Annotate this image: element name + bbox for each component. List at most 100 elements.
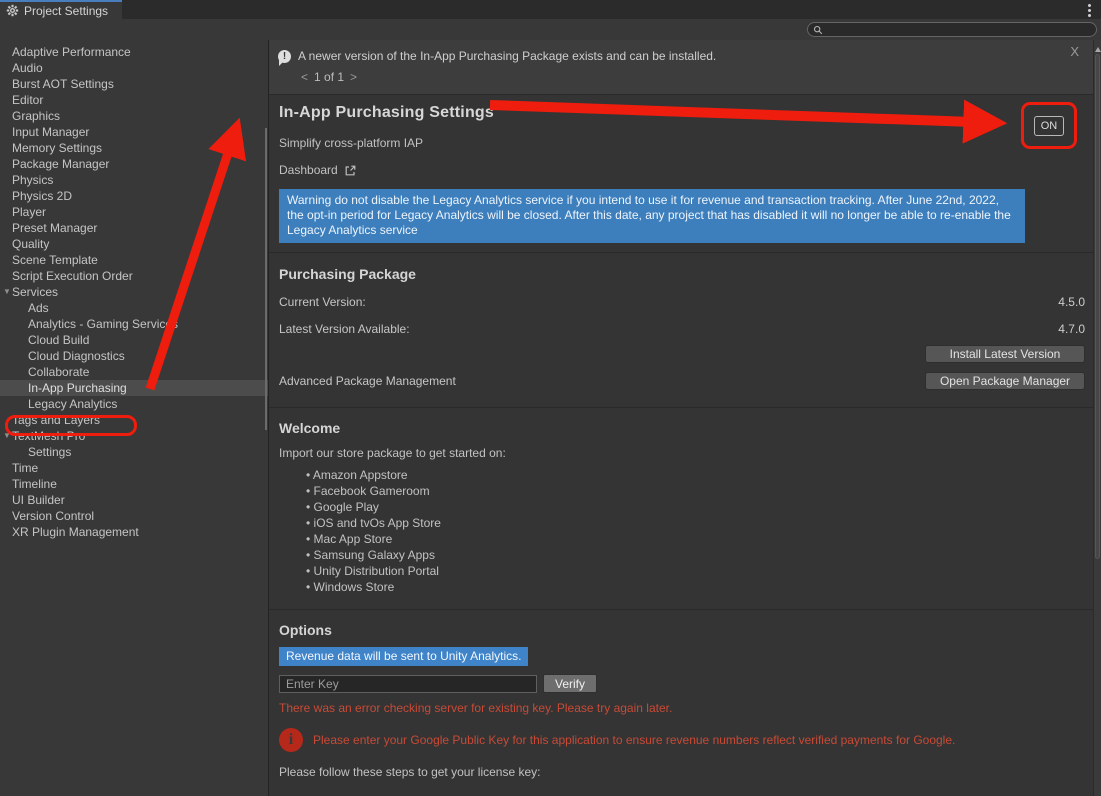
- sidebar-item-label: Audio: [0, 61, 43, 75]
- pager-count: 1 of 1: [314, 70, 344, 84]
- sidebar-item-label: Cloud Build: [0, 333, 89, 347]
- error-info-icon: i: [279, 728, 303, 752]
- sidebar-item-label: Adaptive Performance: [0, 45, 131, 59]
- sidebar-item-cloud-build[interactable]: Cloud Build: [0, 332, 268, 348]
- more-menu-icon[interactable]: [1084, 4, 1094, 17]
- sidebar-item-label: Analytics - Gaming Services: [0, 317, 178, 331]
- foldout-triangle-icon[interactable]: ▼: [3, 428, 11, 444]
- close-icon[interactable]: X: [1070, 44, 1079, 59]
- sidebar-item-collaborate[interactable]: Collaborate: [0, 364, 268, 380]
- purchasing-package-title: Purchasing Package: [279, 266, 1085, 282]
- sidebar-item-settings[interactable]: Settings: [0, 444, 268, 460]
- sidebar-item-label: Physics 2D: [0, 189, 72, 203]
- store-list-item: Facebook Gameroom: [306, 483, 1085, 499]
- verify-button[interactable]: Verify: [543, 674, 597, 693]
- store-list-item: Unity Distribution Portal: [306, 563, 1085, 579]
- store-list-item: Samsung Galaxy Apps: [306, 547, 1085, 563]
- inapp-purchasing-panel: ! A newer version of the In-App Purchasi…: [268, 40, 1093, 796]
- latest-version-label: Latest Version Available:: [279, 322, 410, 336]
- options-title: Options: [279, 622, 1085, 638]
- sidebar-item-services[interactable]: ▼Services: [0, 284, 268, 300]
- sidebar-item-script-execution-order[interactable]: Script Execution Order: [0, 268, 268, 284]
- sidebar-item-editor[interactable]: Editor: [0, 92, 268, 108]
- sidebar-item-ads[interactable]: Ads: [0, 300, 268, 316]
- sidebar-item-label: In-App Purchasing: [0, 381, 127, 395]
- gear-icon: [6, 4, 19, 17]
- sidebar-item-label: Settings: [0, 445, 71, 459]
- sidebar-item-label: Editor: [0, 93, 43, 107]
- sidebar-item-physics-2d[interactable]: Physics 2D: [0, 188, 268, 204]
- dashboard-link[interactable]: Dashboard: [279, 163, 1085, 177]
- foldout-triangle-icon[interactable]: ▼: [3, 284, 11, 300]
- store-list: Amazon AppstoreFacebook GameroomGoogle P…: [279, 467, 1085, 595]
- sidebar-item-timeline[interactable]: Timeline: [0, 476, 268, 492]
- sidebar-item-label: Tags and Layers: [0, 413, 100, 427]
- install-latest-version-button[interactable]: Install Latest Version: [925, 345, 1085, 363]
- welcome-intro: Import our store package to get started …: [279, 446, 1085, 460]
- notification-message: A newer version of the In-App Purchasing…: [298, 49, 716, 63]
- sidebar-item-physics[interactable]: Physics: [0, 172, 268, 188]
- sidebar-item-memory-settings[interactable]: Memory Settings: [0, 140, 268, 156]
- sidebar-item-input-manager[interactable]: Input Manager: [0, 124, 268, 140]
- sidebar-item-cloud-diagnostics[interactable]: Cloud Diagnostics: [0, 348, 268, 364]
- scroll-up-icon[interactable]: [1095, 44, 1101, 52]
- sidebar-item-in-app-purchasing[interactable]: In-App Purchasing: [0, 380, 268, 396]
- sidebar-item-package-manager[interactable]: Package Manager: [0, 156, 268, 172]
- sidebar-item-time[interactable]: Time: [0, 460, 268, 476]
- sidebar-item-label: Time: [0, 461, 38, 475]
- sidebar-item-label: Script Execution Order: [0, 269, 133, 283]
- search-box[interactable]: [807, 22, 1097, 37]
- search-icon: [813, 25, 823, 35]
- sidebar-item-player[interactable]: Player: [0, 204, 268, 220]
- sidebar-item-scene-template[interactable]: Scene Template: [0, 252, 268, 268]
- tab-title: Project Settings: [24, 4, 108, 18]
- open-package-manager-button[interactable]: Open Package Manager: [925, 372, 1085, 390]
- sidebar-item-label: Timeline: [0, 477, 57, 491]
- title-bar: Project Settings: [0, 0, 1101, 19]
- sidebar-item-label: Ads: [0, 301, 49, 315]
- sidebar-scrollbar-thumb[interactable]: [265, 128, 267, 430]
- sidebar-item-xr-plugin-management[interactable]: XR Plugin Management: [0, 524, 268, 540]
- iap-enabled-toggle[interactable]: ON: [1034, 116, 1064, 136]
- store-list-item: Mac App Store: [306, 531, 1085, 547]
- panel-scrollbar[interactable]: [1093, 40, 1101, 796]
- red-highlight-box-toggle: ON: [1021, 102, 1077, 149]
- sidebar-item-label: Preset Manager: [0, 221, 97, 235]
- sidebar-item-quality[interactable]: Quality: [0, 236, 268, 252]
- sidebar-item-burst-aot-settings[interactable]: Burst AOT Settings: [0, 76, 268, 92]
- pager-prev-icon[interactable]: <: [301, 70, 308, 84]
- sidebar-item-label: Physics: [0, 173, 53, 187]
- sidebar-item-label: Player: [0, 205, 46, 219]
- welcome-title: Welcome: [279, 420, 1085, 436]
- latest-version-value: 4.7.0: [1058, 322, 1085, 336]
- notification-bubble-icon: !: [278, 50, 291, 63]
- settings-sidebar: Adaptive Performance AudioBurst AOT Setti…: [0, 40, 268, 796]
- sidebar-item-audio[interactable]: Audio: [0, 60, 268, 76]
- tab-project-settings[interactable]: Project Settings: [0, 0, 122, 19]
- sidebar-item-graphics[interactable]: Graphics: [0, 108, 268, 124]
- sidebar-item-label: Version Control: [0, 509, 94, 523]
- search-input[interactable]: [827, 24, 1091, 36]
- sidebar-item-version-control[interactable]: Version Control: [0, 508, 268, 524]
- analytics-revenue-badge: Revenue data will be sent to Unity Analy…: [279, 647, 528, 666]
- scrollbar-thumb[interactable]: [1095, 54, 1100, 559]
- sidebar-item-ui-builder[interactable]: UI Builder: [0, 492, 268, 508]
- sidebar-item-analytics-gaming-services[interactable]: Analytics - Gaming Services: [0, 316, 268, 332]
- server-error-text: There was an error checking server for e…: [279, 701, 1085, 715]
- google-key-error-text: Please enter your Google Public Key for …: [313, 728, 955, 752]
- pager-next-icon[interactable]: >: [350, 70, 357, 84]
- sidebar-item-label: Package Manager: [0, 157, 109, 171]
- sidebar-item-label: Collaborate: [0, 365, 89, 379]
- google-key-input[interactable]: [279, 675, 537, 693]
- store-list-item: Amazon Appstore: [306, 467, 1085, 483]
- sidebar-item-preset-manager[interactable]: Preset Manager: [0, 220, 268, 236]
- toolbar: [0, 19, 1101, 40]
- sidebar-item-legacy-analytics[interactable]: Legacy Analytics: [0, 396, 268, 412]
- section-divider: [269, 407, 1093, 408]
- sidebar-item-tags-and-layers[interactable]: Tags and Layers: [0, 412, 268, 428]
- simplify-iap-label: Simplify cross-platform IAP: [279, 136, 1085, 150]
- sidebar-item-label: Scene Template: [0, 253, 98, 267]
- sidebar-item-adaptive-performance[interactable]: Adaptive Performance: [0, 44, 268, 60]
- section-divider: [269, 252, 1093, 253]
- sidebar-item-textmesh-pro[interactable]: ▼TextMesh Pro: [0, 428, 268, 444]
